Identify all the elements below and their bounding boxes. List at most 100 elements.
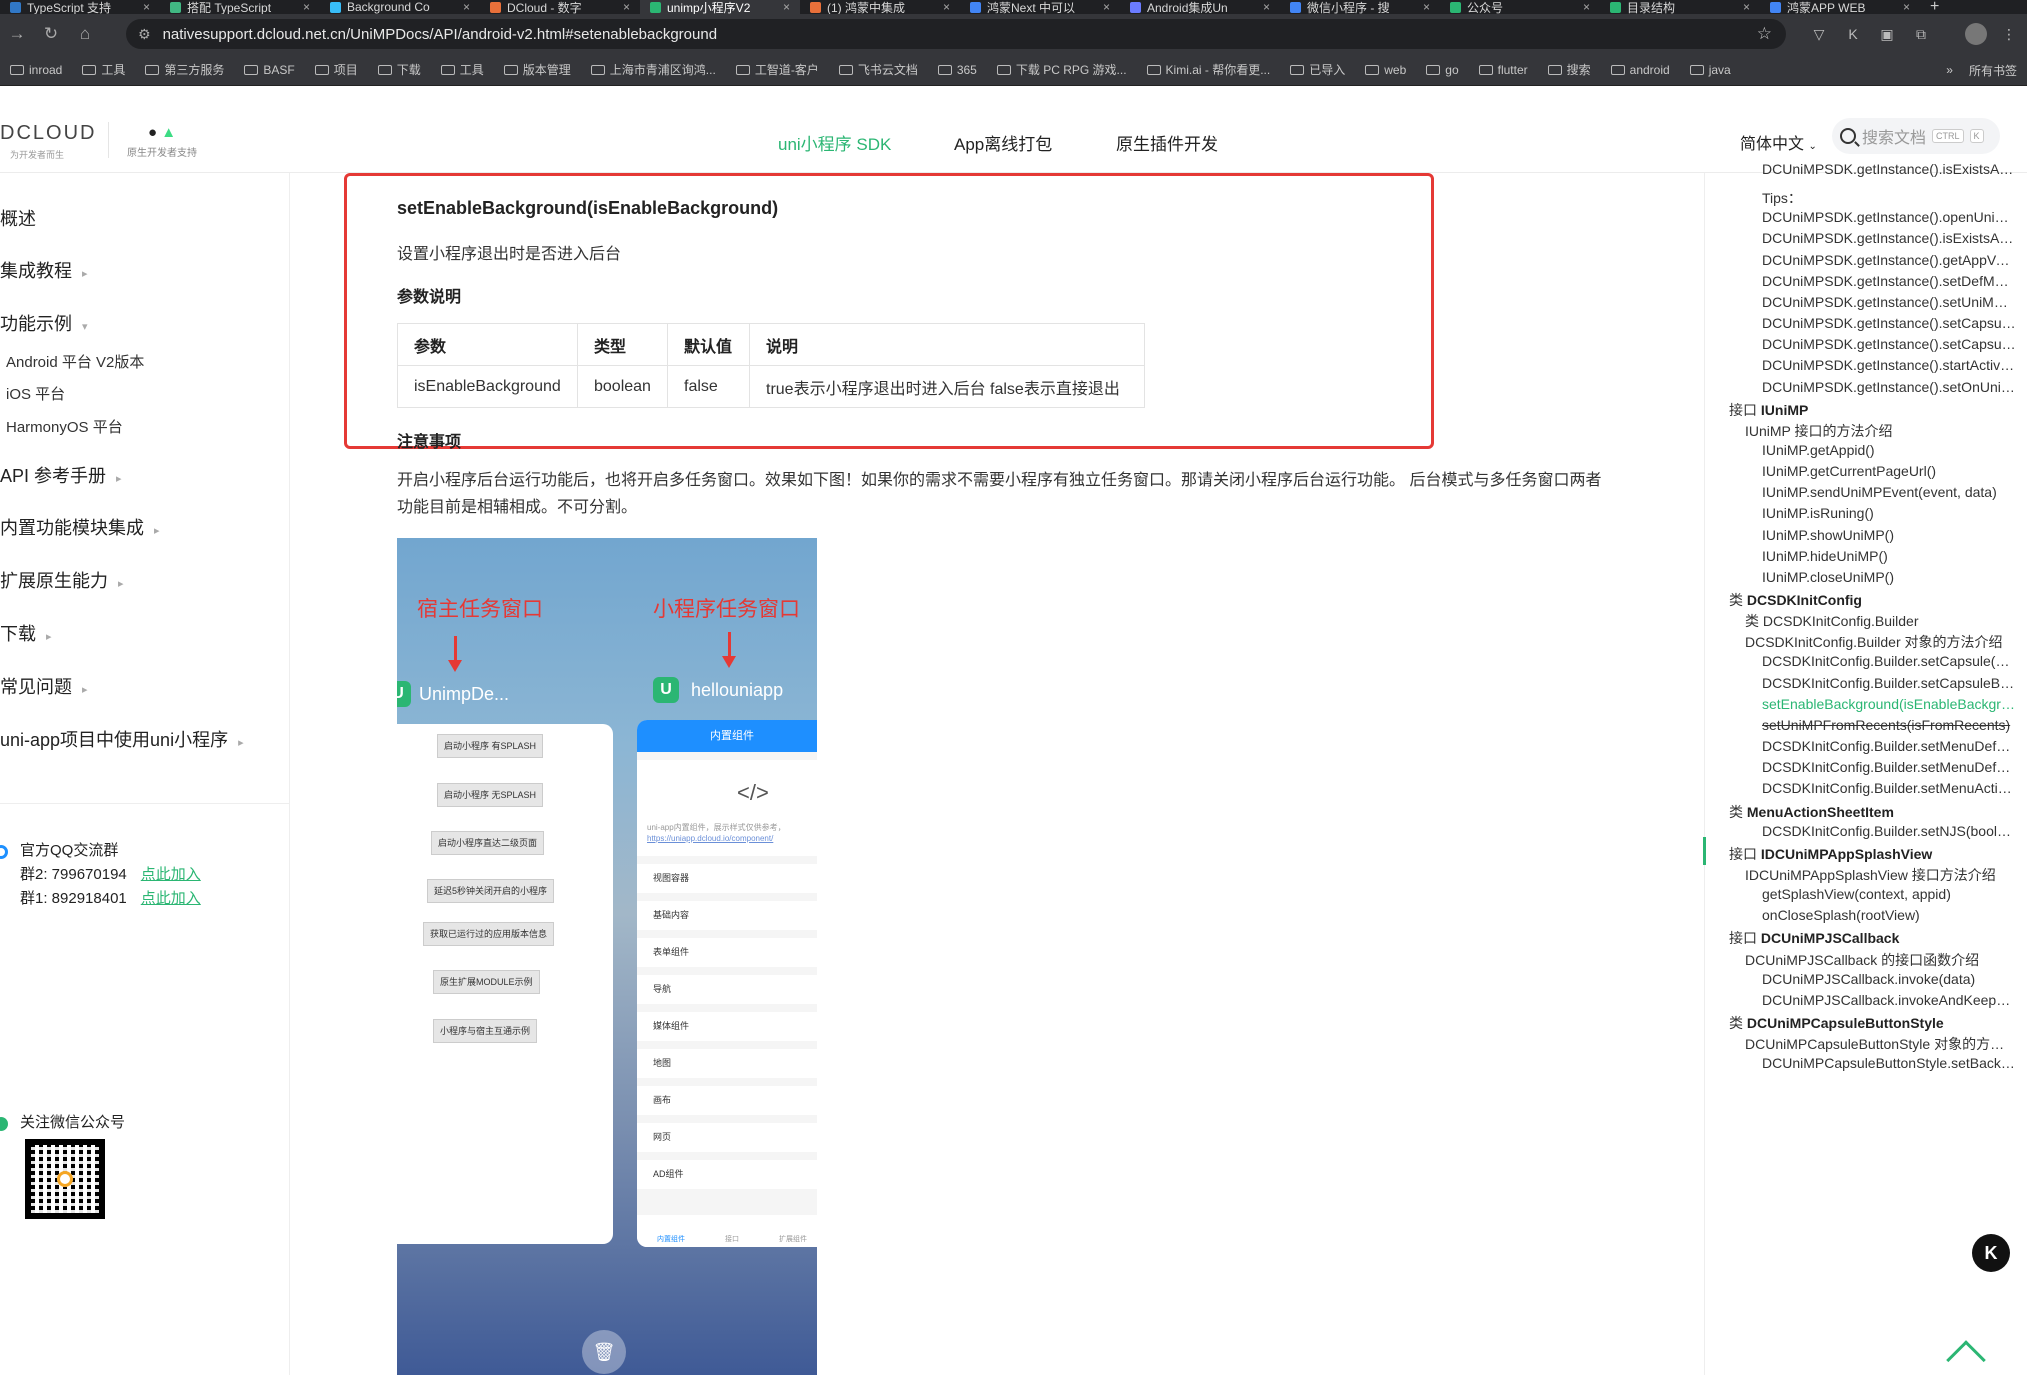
sidebar-item-uniapp-usage[interactable]: uni-app项目中使用uni小程序 ▸ xyxy=(0,726,244,752)
sidebar-item-api[interactable]: API 参考手册 ▸ xyxy=(0,462,122,488)
tab-close-icon[interactable]: × xyxy=(143,0,150,14)
browser-tab[interactable]: unimp小程序V2 × xyxy=(640,0,800,14)
toc-item[interactable]: DCUniMPCapsuleButtonStyle 对象的方法介绍 xyxy=(1745,1034,2015,1054)
browser-tab[interactable]: 鸿蒙Next 中可以 × xyxy=(960,0,1120,14)
toc-item[interactable]: IUniMP.getAppid() xyxy=(1762,442,2016,458)
all-bookmarks[interactable]: 所有书签 xyxy=(1969,62,2017,79)
toc-item[interactable]: 接口 IDCUniMPAppSplashView xyxy=(1729,844,2019,864)
sidebar-sub-ios[interactable]: iOS 平台 xyxy=(6,383,65,404)
browser-tab[interactable]: (1) 鸿蒙中集成 × xyxy=(800,0,960,14)
bookmark-item[interactable]: java xyxy=(1680,63,1741,77)
bookmark-item[interactable]: android xyxy=(1601,63,1680,77)
bookmark-item[interactable]: Kimi.ai - 帮你看更... xyxy=(1137,61,1281,78)
sidebar-sub-harmonyos[interactable]: HarmonyOS 平台 xyxy=(6,416,123,437)
browser-tab[interactable]: 目录结构 × xyxy=(1600,0,1760,14)
browser-tab[interactable]: 公众号 × xyxy=(1440,0,1600,14)
toc-item[interactable]: IUniMP.showUniMP() xyxy=(1762,527,2016,543)
toc-item[interactable]: setUniMPFromRecents(isFromRecents) xyxy=(1762,717,2016,733)
browser-tab[interactable]: TypeScript 支持 × xyxy=(0,0,160,14)
tab-close-icon[interactable]: × xyxy=(783,0,790,14)
toc-item[interactable]: DCSDKInitConfig.Builder 对象的方法介绍 xyxy=(1745,632,2015,652)
browser-tab[interactable]: 微信小程序 - 搜 × xyxy=(1280,0,1440,14)
toc-item[interactable]: 接口 DCUniMPJSCallback xyxy=(1729,928,2019,948)
bookmark-item[interactable]: 365 xyxy=(928,63,987,77)
toc-item[interactable]: DCUniMPJSCallback.invoke(data) xyxy=(1762,971,2016,987)
tab-close-icon[interactable]: × xyxy=(1103,0,1110,14)
nav-uni-mini-sdk[interactable]: uni小程序 SDK xyxy=(778,130,891,155)
tab-close-icon[interactable]: × xyxy=(1263,0,1270,14)
address-bar[interactable]: ⚙ nativesupport.dcloud.net.cn/UniMPDocs/… xyxy=(126,19,1786,49)
toc-item[interactable]: DCUniMPSDK.getInstance().setCapsuleMenuB… xyxy=(1762,336,2016,352)
sidebar-item-native-ext[interactable]: 扩展原生能力 ▸ xyxy=(0,567,124,593)
sidebar-item-faq[interactable]: 常见问题 ▸ xyxy=(0,673,88,699)
toc-item[interactable]: 类 DCUniMPCapsuleButtonStyle xyxy=(1729,1013,2019,1033)
bookmark-item[interactable]: 下载 xyxy=(368,61,431,78)
toc-item[interactable]: DCUniMPCapsuleButtonStyle.setBackgroundC… xyxy=(1762,1055,2016,1071)
doc-search[interactable]: 搜索文档 CTRL K xyxy=(1832,118,2000,154)
bookmark-item[interactable]: 项目 xyxy=(305,61,368,78)
browser-tab[interactable]: Android集成Un × xyxy=(1120,0,1280,14)
bookmark-item[interactable]: go xyxy=(1416,63,1468,77)
tab-close-icon[interactable]: × xyxy=(623,0,630,14)
bookmark-item[interactable]: 下载 PC RPG 游戏... xyxy=(987,61,1137,78)
toc-item[interactable]: DCUniMPSDK.getInstance().setCapsuleClose… xyxy=(1762,315,2016,331)
bookmark-item[interactable]: 搜索 xyxy=(1538,61,1601,78)
toc-item[interactable]: setEnableBackground(isEnableBackground) xyxy=(1762,696,2016,712)
toc-item[interactable]: DCUniMPSDK.getInstance().isExistsApp(app… xyxy=(1762,230,2016,246)
extension-k-icon[interactable]: K xyxy=(1842,23,1864,45)
tab-close-icon[interactable]: × xyxy=(1743,0,1750,14)
toc-item[interactable]: DCSDKInitConfig.Builder.setMenuDefFontCo… xyxy=(1762,759,2016,775)
bookmark-item[interactable]: 工具 xyxy=(431,61,494,78)
bookmark-item[interactable]: 工具 xyxy=(72,61,135,78)
sidebar-item-builtin-modules[interactable]: 内置功能模块集成 ▸ xyxy=(0,514,160,540)
toc-item[interactable]: DCUniMPSDK.getInstance().startActivityFo… xyxy=(1762,357,2016,373)
tab-close-icon[interactable]: × xyxy=(303,0,310,14)
toc-item[interactable]: DCUniMPSDK.getInstance().getAppVersionIn… xyxy=(1762,252,2016,268)
browser-tab[interactable]: Background Co × xyxy=(320,0,480,14)
toc-item[interactable]: onCloseSplash(rootView) xyxy=(1762,907,2016,923)
toc-item[interactable]: DCSDKInitConfig.Builder.setCapsule(boole… xyxy=(1762,653,2016,669)
tab-close-icon[interactable]: × xyxy=(943,0,950,14)
toc-item[interactable]: DCUniMPSDK.getInstance().openUniMP(conte… xyxy=(1762,209,2016,225)
browser-tab[interactable]: DCloud - 数字 × xyxy=(480,0,640,14)
bookmark-item[interactable]: 上海市青浦区询鸿... xyxy=(581,61,726,78)
toc-item[interactable]: IUniMP.closeUniMP() xyxy=(1762,569,2016,585)
sidebar-sub-android-v2[interactable]: Android 平台 V2版本 xyxy=(6,351,144,372)
home-icon[interactable]: ⌂ xyxy=(68,24,102,44)
dcloud-logo[interactable]: DCLOUD xyxy=(0,122,96,145)
toc-item[interactable]: IUniMP.getCurrentPageUrl() xyxy=(1762,463,2016,479)
bookmark-item[interactable]: flutter xyxy=(1469,63,1538,77)
toc-item[interactable]: DCUniMPJSCallback.invokeAndKeepAlive(dat… xyxy=(1762,992,2016,1008)
sidebar-item-examples[interactable]: 功能示例 ▾ xyxy=(0,310,88,336)
bookmarks-overflow-icon[interactable]: » xyxy=(1946,63,1953,77)
tab-close-icon[interactable]: × xyxy=(1903,0,1910,14)
browser-menu-icon[interactable]: ⋮ xyxy=(1998,23,2020,45)
toc-item[interactable]: IUniMP.hideUniMP() xyxy=(1762,548,2016,564)
tab-close-icon[interactable]: × xyxy=(1583,0,1590,14)
toc-item[interactable]: DCUniMPSDK.getInstance().setOnUniMPEvent… xyxy=(1762,379,2016,395)
bookmark-item[interactable]: 工智道-客户 xyxy=(726,61,829,78)
extension-v-icon[interactable]: ▽ xyxy=(1808,23,1830,45)
bookmark-item[interactable]: 已导入 xyxy=(1280,61,1355,78)
join-link-2[interactable]: 点此加入 xyxy=(141,866,201,883)
browser-tab[interactable]: 鸿蒙APP WEB × xyxy=(1760,0,1920,14)
toc-item[interactable]: 类 MenuActionSheetItem xyxy=(1729,802,2019,822)
extensions-puzzle-icon[interactable]: ⧉ xyxy=(1910,23,1932,45)
profile-avatar[interactable] xyxy=(1965,23,1987,45)
language-select[interactable]: 简体中文 ⌄ xyxy=(1740,130,1817,154)
toc-item[interactable]: 类 DCSDKInitConfig xyxy=(1729,590,2019,610)
toc-item[interactable]: IDCUniMPAppSplashView 接口方法介绍 xyxy=(1745,865,2015,885)
toc-item[interactable]: DCUniMPSDK.getInstance().isExistsApp(app… xyxy=(1762,161,2016,177)
sidebar-item-download[interactable]: 下载 ▸ xyxy=(0,620,52,646)
bookmark-item[interactable]: web xyxy=(1355,63,1416,77)
toc-item[interactable]: 类 DCSDKInitConfig.Builder xyxy=(1745,611,2015,631)
nav-native-plugin[interactable]: 原生插件开发 xyxy=(1116,130,1218,155)
forward-icon[interactable]: → xyxy=(0,24,34,44)
bookmark-item[interactable]: 飞书云文档 xyxy=(829,61,928,78)
tab-close-icon[interactable]: × xyxy=(1423,0,1430,14)
nav-app-offline-pack[interactable]: App离线打包 xyxy=(954,130,1052,155)
reload-icon[interactable]: ↻ xyxy=(34,24,68,44)
toc-item[interactable]: DCUniMPJSCallback 的接口函数介绍 xyxy=(1745,950,2015,970)
toc-item[interactable]: DCSDKInitConfig.Builder.setCapsuleButton… xyxy=(1762,675,2016,691)
bookmark-item[interactable]: 版本管理 xyxy=(494,61,581,78)
